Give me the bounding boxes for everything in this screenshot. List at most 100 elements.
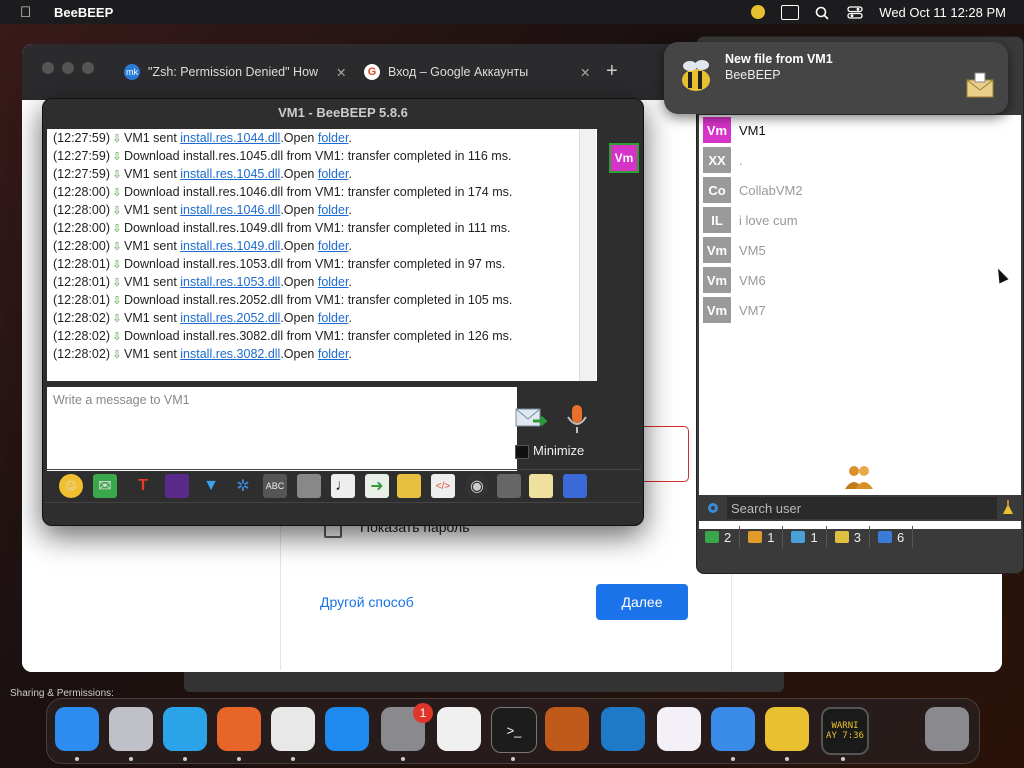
file-transfer-icon: ⇩ bbox=[112, 205, 122, 217]
contact-item[interactable]: XX. bbox=[703, 147, 743, 173]
finder-dock-icon[interactable] bbox=[55, 707, 99, 751]
search-user-input[interactable] bbox=[727, 497, 997, 519]
contact-item[interactable]: Co CollabVM2 bbox=[703, 177, 803, 203]
trash-dock-icon[interactable] bbox=[925, 707, 969, 751]
next-button[interactable]: Далее bbox=[596, 584, 688, 620]
spell-check-icon[interactable]: ABC bbox=[263, 474, 287, 498]
open-folder-link[interactable]: folder bbox=[318, 203, 349, 217]
close-tab-icon[interactable]: ✕ bbox=[580, 65, 590, 80]
browser-tab-google[interactable]: G Вход – Google Аккаунты ✕ bbox=[364, 58, 590, 86]
contact-item[interactable]: Vm VM7 bbox=[703, 297, 766, 323]
print-icon[interactable] bbox=[563, 474, 587, 498]
notes-icon[interactable] bbox=[529, 474, 553, 498]
app-store-dock-icon[interactable] bbox=[325, 707, 369, 751]
stat-item[interactable]: 6 bbox=[870, 526, 914, 548]
stat-item[interactable]: 3 bbox=[827, 526, 870, 548]
visual-studio-dock-icon[interactable] bbox=[657, 707, 701, 751]
sent-prefix: VM1 sent bbox=[123, 311, 181, 325]
chat-history-icon[interactable] bbox=[497, 474, 521, 498]
running-indicator bbox=[511, 757, 515, 761]
save-chat-icon[interactable]: ➜ bbox=[365, 474, 389, 498]
contact-item[interactable]: Vm VM6 bbox=[703, 267, 766, 293]
contact-avatar: Vm bbox=[703, 117, 731, 143]
sent-file-link[interactable]: install.res.1053.dll bbox=[180, 275, 280, 289]
stat-value: 2 bbox=[724, 529, 732, 545]
send-message-button[interactable] bbox=[515, 405, 549, 431]
search-settings-icon[interactable] bbox=[705, 500, 721, 519]
terminal-dock-icon[interactable]: >_ bbox=[491, 707, 537, 753]
sent-file-link[interactable]: install.res.2052.dll bbox=[180, 311, 280, 325]
safari-dock-icon[interactable] bbox=[163, 707, 207, 751]
firefox-dock-icon[interactable] bbox=[217, 707, 261, 751]
html-source-icon[interactable]: </> bbox=[431, 474, 455, 498]
stat-item[interactable]: 1 bbox=[740, 526, 784, 548]
weather-dock-icon[interactable] bbox=[711, 707, 755, 751]
stat-item[interactable]: 2 bbox=[697, 526, 741, 548]
open-folder-link[interactable]: folder bbox=[318, 167, 349, 181]
beebeep-dock-icon[interactable] bbox=[765, 707, 809, 751]
sent-file-link[interactable]: install.res.3082.dll bbox=[180, 347, 280, 361]
new-tab-button[interactable]: + bbox=[606, 60, 618, 83]
screenshot-icon[interactable]: ◉ bbox=[465, 474, 489, 498]
log-timestamp: (12:28:00) bbox=[53, 239, 110, 253]
download-message: Download install.res.1046.dll from VM1: … bbox=[123, 185, 513, 199]
send-file-icon[interactable]: ✉ bbox=[93, 474, 117, 498]
apple-menu-icon[interactable]:  bbox=[20, 4, 34, 21]
textedit-dock-icon[interactable] bbox=[437, 707, 481, 751]
close-tab-icon[interactable]: ✕ bbox=[336, 65, 346, 80]
dictionary-icon[interactable] bbox=[297, 474, 321, 498]
chat-icon bbox=[705, 531, 719, 543]
spotlight-search-icon[interactable] bbox=[815, 6, 831, 20]
minimize-window-button[interactable] bbox=[62, 62, 74, 74]
settings-gear-icon[interactable]: ✲ bbox=[231, 474, 255, 498]
other-way-link[interactable]: Другой способ bbox=[320, 594, 414, 610]
menu-clock[interactable]: Wed Oct 11 12:28 PM bbox=[879, 5, 1006, 20]
chat-member-avatar[interactable]: Vm bbox=[609, 143, 639, 173]
chrome-dock-icon[interactable] bbox=[271, 707, 315, 751]
zoom-window-button[interactable] bbox=[82, 62, 94, 74]
vscode-dock-icon[interactable] bbox=[601, 707, 645, 751]
log-timestamp: (12:28:01) bbox=[53, 275, 110, 289]
app-menu-name[interactable]: BeeBEEP bbox=[54, 5, 113, 20]
open-folder-link[interactable]: folder bbox=[318, 239, 349, 253]
sent-file-link[interactable]: install.res.1045.dll bbox=[180, 167, 280, 181]
control-center-icon[interactable] bbox=[847, 5, 863, 19]
open-folder-link[interactable]: folder bbox=[318, 311, 349, 325]
color-picker-icon[interactable] bbox=[165, 474, 189, 498]
contact-item[interactable]: IL i love cum bbox=[703, 207, 798, 233]
contact-avatar: XX bbox=[703, 147, 731, 173]
new-file-notification[interactable]: New file from VM1 BeeBEEP bbox=[664, 42, 1008, 114]
browser-tab-zsh[interactable]: mk "Zsh: Permission Denied" How ✕ bbox=[124, 58, 346, 86]
emoticons-icon[interactable]: ☺ bbox=[59, 474, 83, 498]
message-input[interactable] bbox=[47, 387, 517, 471]
text-document-icon[interactable]: ♩ bbox=[331, 474, 355, 498]
chat-log-entry: (12:28:00) ⇩ Download install.res.1046.d… bbox=[47, 183, 597, 201]
sent-file-link[interactable]: install.res.1049.dll bbox=[180, 239, 280, 253]
garageband-dock-icon[interactable] bbox=[545, 707, 589, 751]
contact-avatar: Vm bbox=[703, 237, 731, 263]
launchpad-dock-icon[interactable] bbox=[109, 707, 153, 751]
font-style-icon[interactable]: T bbox=[131, 474, 155, 498]
contact-item[interactable]: Vm VM5 bbox=[703, 237, 766, 263]
window-switcher-icon[interactable] bbox=[781, 4, 800, 20]
open-folder-link[interactable]: folder bbox=[318, 131, 349, 145]
open-folder-icon[interactable] bbox=[397, 474, 421, 498]
open-folder-link[interactable]: folder bbox=[318, 347, 349, 361]
sent-prefix: VM1 sent bbox=[123, 275, 181, 289]
minimize-checkbox[interactable] bbox=[515, 445, 529, 459]
beebeep-status-icon[interactable] bbox=[751, 5, 766, 19]
voice-message-button[interactable] bbox=[565, 403, 589, 435]
contact-item[interactable]: Vm VM1 bbox=[703, 117, 766, 143]
sent-file-link[interactable]: install.res.1046.dll bbox=[180, 203, 280, 217]
filter-icon[interactable]: ▼ bbox=[199, 474, 223, 498]
clear-search-icon[interactable] bbox=[1001, 499, 1015, 518]
stat-item[interactable]: 1 bbox=[783, 526, 827, 548]
console-dock-icon[interactable]: WARNI AY 7:36 bbox=[821, 707, 869, 755]
file-icon bbox=[877, 531, 892, 543]
log-timestamp: (12:28:02) bbox=[53, 329, 110, 343]
chat-log-scrollbar[interactable] bbox=[579, 129, 596, 381]
sent-file-link[interactable]: install.res.1044.dll bbox=[180, 131, 280, 145]
close-window-button[interactable] bbox=[42, 62, 54, 74]
contact-name: VM1 bbox=[739, 122, 766, 138]
open-folder-link[interactable]: folder bbox=[318, 275, 349, 289]
